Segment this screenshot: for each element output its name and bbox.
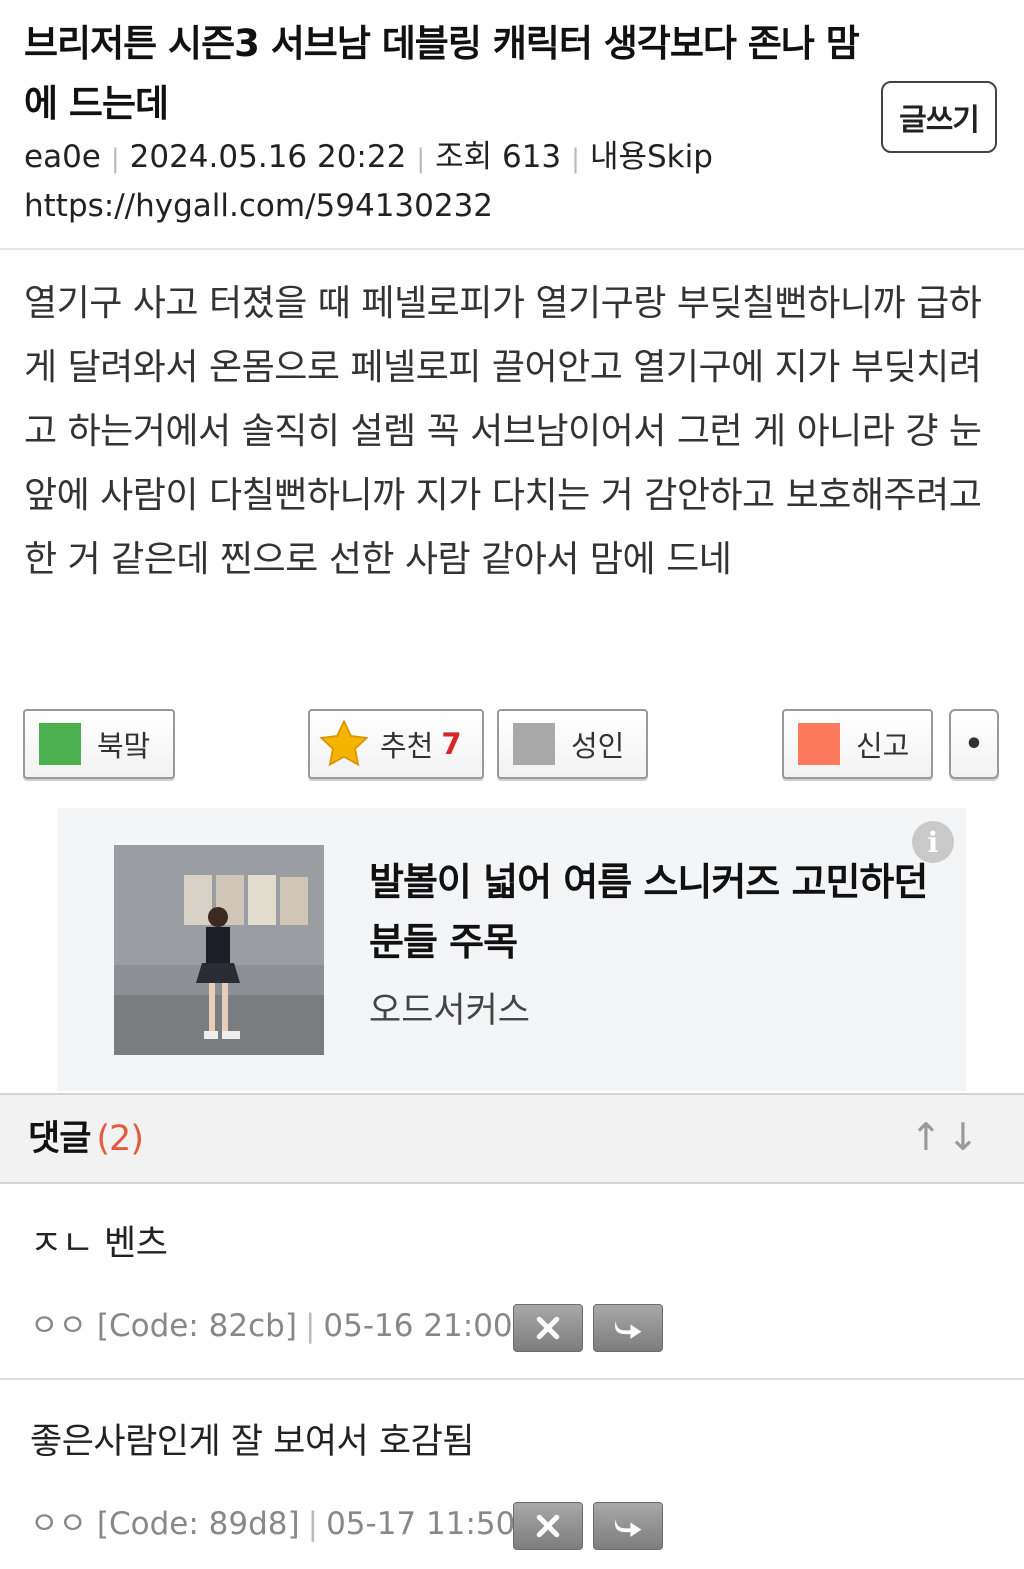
meta-divider: |: [307, 1506, 319, 1542]
meta-divider: |: [571, 144, 580, 174]
adult-color-icon: [513, 723, 555, 765]
comment-meta: ㅇㅇ [Code: 82cb] | 05-16 21:00: [30, 1304, 513, 1348]
post-url[interactable]: https://hygall.com/594130232: [24, 184, 493, 228]
comment-time: 05-17 11:50: [326, 1506, 516, 1542]
adult-button[interactable]: 성인: [497, 709, 648, 779]
comment-delete-button[interactable]: [513, 1304, 583, 1352]
close-icon: [536, 1514, 560, 1538]
comments-title: 댓글 (2): [28, 1115, 144, 1163]
ad-banner[interactable]: 발볼이 넓어 여름 스니커즈 고민하던 분들 주목 오드서커스 i: [57, 808, 966, 1091]
recommend-button[interactable]: 추천 7: [308, 709, 484, 779]
adult-label: 성인: [571, 729, 625, 763]
recommend-count: 7: [441, 727, 462, 761]
bookmark-label: 북맠: [97, 729, 151, 763]
reply-arrow-icon: [615, 1518, 642, 1537]
post-title: 브리저튼 시즌3 서브남 데블링 캐릭터 생각보다 존나 맘에 드는데: [24, 22, 860, 125]
comments-header: 댓글 (2) ↑ ↓: [0, 1093, 1024, 1184]
meta-divider: |: [304, 1308, 316, 1344]
ad-headline[interactable]: 발볼이 넓어 여름 스니커즈 고민하던 분들 주목: [369, 852, 929, 972]
comment-author: ㅇㅇ: [30, 1506, 88, 1542]
report-button[interactable]: 신고: [782, 709, 933, 779]
more-button[interactable]: •: [949, 709, 999, 779]
post-meta: ea0e | 2024.05.16 20:22 | 조회 613 | 내용Skip: [24, 135, 713, 181]
comments-count: (2): [96, 1119, 144, 1159]
comment-author: ㅇㅇ: [30, 1308, 88, 1344]
post-views: 조회 613: [435, 139, 562, 175]
write-button[interactable]: 글쓰기: [881, 81, 997, 153]
info-icon[interactable]: i: [912, 821, 954, 863]
post-header: 브리저튼 시즌3 서브남 데블링 캐릭터 생각보다 존나 맘에 드는데 글쓰기 …: [0, 0, 1024, 250]
ad-photo: [114, 845, 324, 1055]
report-label: 신고: [856, 729, 910, 763]
comment-reply-button[interactable]: [593, 1502, 663, 1550]
comment-meta: ㅇㅇ [Code: 89d8] | 05-17 11:50: [30, 1502, 515, 1546]
comment-text: 좋은사람인게 잘 보여서 호감됨: [30, 1422, 474, 1462]
comment-item: 좋은사람인게 잘 보여서 호감됨 ㅇㅇ [Code: 89d8] | 05-17 1…: [0, 1382, 1024, 1569]
post-author[interactable]: ea0e: [24, 139, 101, 175]
comment-delete-button[interactable]: [513, 1502, 583, 1550]
report-color-icon: [798, 723, 840, 765]
comment-code: [Code: 82cb]: [96, 1308, 297, 1344]
ad-brand: 오드서커스: [369, 991, 531, 1031]
bookmark-button[interactable]: 북맠: [23, 709, 175, 779]
close-icon: [536, 1316, 560, 1340]
comments-title-label: 댓글: [28, 1119, 91, 1159]
arrow-up-icon[interactable]: ↑: [910, 1113, 942, 1161]
comment-code: [Code: 89d8]: [96, 1506, 300, 1542]
comment-time: 05-16 21:00: [323, 1308, 513, 1344]
comment-item: ㅈㄴ 벤츠 ㅇㅇ [Code: 82cb] | 05-16 21:00: [0, 1184, 1024, 1380]
meta-divider: |: [416, 144, 426, 174]
skip-content-link[interactable]: 내용Skip: [590, 139, 713, 175]
recommend-label: 추천: [380, 729, 434, 763]
reply-arrow-icon: [615, 1320, 642, 1339]
bookmark-color-icon: [39, 723, 81, 765]
post-datetime: 2024.05.16 20:22: [129, 139, 407, 175]
comment-text: ㅈㄴ 벤츠: [30, 1224, 168, 1264]
post-body: 열기구 사고 터졌을 때 페넬로피가 열기구랑 부딪칠뻔하니까 급하게 달려와서…: [24, 283, 982, 580]
comment-reply-button[interactable]: [593, 1304, 663, 1352]
arrow-down-icon[interactable]: ↓: [947, 1113, 979, 1161]
star-icon: [319, 719, 369, 767]
meta-divider: |: [110, 144, 120, 174]
